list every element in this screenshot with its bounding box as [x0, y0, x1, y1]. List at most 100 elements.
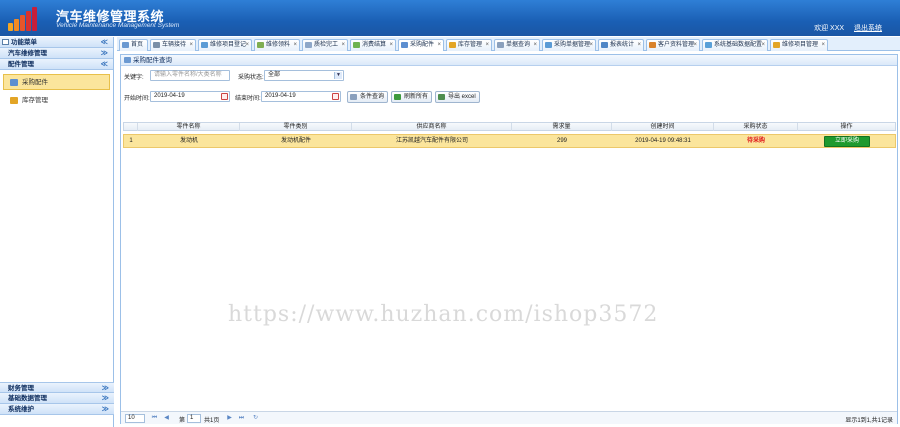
record-summary: 显示1到1,共1记录 — [845, 418, 893, 424]
tab-vehicle-reception[interactable]: 车辆接待 × — [150, 39, 196, 51]
close-icon[interactable]: × — [761, 40, 765, 51]
search-button[interactable]: 条件查询 — [347, 91, 389, 103]
close-icon[interactable]: × — [389, 40, 393, 51]
close-icon[interactable]: × — [485, 40, 489, 51]
tab-reports[interactable]: 报表统计 × — [598, 39, 644, 51]
status-label: 采购状态: — [238, 75, 264, 81]
tab-inventory[interactable]: 库存管理 × — [446, 39, 492, 51]
status-badge: 待采购 — [746, 138, 765, 144]
supplier-cell: 江苏凯越汽车配件有限公司 — [395, 138, 468, 144]
tab-repair-register[interactable]: 维修项目登记 × — [198, 39, 252, 51]
menu-icon — [2, 39, 9, 45]
end-time-input[interactable]: 2019-04-19 — [261, 91, 341, 102]
page-size-select[interactable]: 10 — [125, 414, 145, 423]
refresh-all-button[interactable]: 刷新所有 — [391, 91, 433, 103]
panel-icon — [124, 57, 131, 63]
logout-link[interactable]: 退出系统 — [854, 25, 882, 32]
user-icon — [649, 42, 656, 48]
sidebar-group-basedata[interactable]: 基础数据管理 ≫ — [0, 393, 114, 404]
filter-row-1: 关键字: 请输入零件名称/大类名称 采购状态: 全部 ▼ — [123, 70, 893, 82]
column-header[interactable]: 创建时间 — [612, 123, 714, 131]
first-page-icon[interactable]: ⏮ — [151, 414, 158, 422]
pagination-bar: 10 ⏮ ◀ 第 1 共1页 ▶ ⏭ ↻ 显示1到1,共1记录 — [121, 411, 897, 424]
tab-document-search[interactable]: 单据查询 × — [494, 39, 540, 51]
next-page-icon[interactable]: ▶ — [226, 414, 233, 422]
tab-customers[interactable]: 客户资料管理 × — [646, 39, 700, 51]
logo-icon — [8, 5, 48, 31]
table-row[interactable]: 1 发动机 发动机配件 江苏凯越汽车配件有限公司 299 2019-04-19 … — [123, 134, 896, 148]
last-page-icon[interactable]: ⏭ — [238, 414, 245, 422]
sidebar-title: 功能菜单 ≪ — [0, 37, 113, 48]
tab-settlement[interactable]: 消费结算 × — [350, 39, 396, 51]
start-time-label: 开始时间: — [124, 96, 150, 102]
sidebar-item-inventory[interactable]: 库存管理 — [3, 92, 110, 108]
column-header[interactable]: 操作 — [798, 123, 895, 131]
app-subtitle: Vehicle Maintenance Management System — [56, 22, 180, 29]
content-panel: 采购配件查询 关键字: 请输入零件名称/大类名称 采购状态: 全部 ▼ 开始时间… — [120, 54, 898, 424]
column-header[interactable]: 需求量 — [512, 123, 612, 131]
sidebar-item-purchase-parts[interactable]: 采购配件 — [3, 74, 110, 90]
user-area: 欢迎 XXX 退出系统 — [806, 23, 882, 33]
sidebar-group-parts[interactable]: 配件管理 ≪ — [0, 59, 113, 70]
keyword-input[interactable]: 请输入零件名称/大类名称 — [150, 70, 230, 81]
calendar-icon[interactable] — [332, 93, 339, 100]
expand-icon: ≫ — [100, 50, 108, 57]
tab-purchase-documents[interactable]: 采购单据管理 × — [542, 39, 596, 51]
close-icon[interactable]: × — [189, 40, 193, 51]
close-icon[interactable]: × — [589, 40, 593, 51]
refresh-icon[interactable]: ↻ — [252, 414, 259, 422]
close-icon[interactable]: × — [533, 40, 537, 51]
close-icon[interactable]: × — [821, 40, 825, 51]
column-header[interactable]: 零件名称 — [138, 123, 240, 131]
export-excel-button[interactable]: 导出 excel — [435, 91, 480, 103]
close-icon[interactable]: × — [341, 40, 345, 51]
tab-quality-check[interactable]: 质检完工 × — [302, 39, 348, 51]
expand-icon: ≫ — [101, 395, 109, 402]
tab-home[interactable]: 首页 — [119, 39, 148, 51]
column-header[interactable]: 零件类别 — [240, 123, 352, 131]
collapse-sidebar-icon[interactable]: ≪ — [101, 37, 108, 48]
watermark: https://www.huzhan.com/ishop3572 — [228, 302, 659, 327]
grid-header: 零件名称 零件类别 供应商名称 需求量 创建时间 采购状态 操作 — [123, 122, 896, 131]
tab-repair-items[interactable]: 维修项目管理 × — [770, 39, 828, 51]
sidebar-group-finance[interactable]: 财务管理 ≫ — [0, 382, 114, 393]
search-icon — [497, 42, 504, 48]
register-icon — [201, 42, 208, 48]
folder-icon — [773, 42, 780, 48]
part-category-cell: 发动机配件 — [280, 138, 311, 144]
tab-purchase-parts[interactable]: 采购配件 × — [398, 39, 444, 51]
sidebar: 功能菜单 ≪ 汽车维修管理 ≫ 配件管理 ≪ 采购配件 库存管理 财务管理 ≫ … — [0, 37, 114, 427]
close-icon[interactable]: × — [437, 40, 441, 51]
close-icon[interactable]: × — [693, 40, 697, 51]
close-icon[interactable]: × — [293, 40, 297, 51]
purchase-now-button[interactable]: 立即采购 — [824, 136, 870, 147]
tab-bar: 首页 车辆接待 × 维修项目登记 × 维修领料 × 质检完工 × 消费结算 × — [117, 37, 900, 51]
refresh-icon — [394, 94, 401, 100]
app-header: 汽车维修管理系统 Vehicle Maintenance Management … — [0, 0, 900, 36]
close-icon[interactable]: × — [637, 40, 641, 51]
chevron-down-icon: ▼ — [334, 72, 342, 79]
cart-icon — [401, 42, 408, 48]
check-icon — [305, 42, 312, 48]
row-number: 1 — [129, 138, 133, 144]
sidebar-group-system[interactable]: 系统维护 ≫ — [0, 404, 114, 415]
tab-repair-materials[interactable]: 维修领料 × — [254, 39, 300, 51]
page-number-input[interactable]: 1 — [187, 414, 201, 423]
start-time-input[interactable]: 2019-04-19 — [150, 91, 230, 102]
created-time-cell: 2019-04-19 09:48:31 — [635, 138, 691, 144]
row-number-header — [124, 123, 138, 131]
pencil-icon — [353, 42, 360, 48]
close-icon[interactable]: × — [245, 40, 249, 51]
filter-row-2: 开始时间: 2019-04-19 结束时间: 2019-04-19 条件查询 刷… — [123, 91, 893, 103]
settings-icon — [705, 42, 712, 48]
sidebar-group-repair[interactable]: 汽车维修管理 ≫ — [0, 48, 113, 59]
document-icon — [545, 42, 552, 48]
collapse-icon: ≪ — [100, 61, 108, 68]
tab-base-config[interactable]: 系统基础数据配置 × — [702, 39, 768, 51]
keyword-label: 关键字: — [124, 75, 144, 81]
column-header[interactable]: 采购状态 — [714, 123, 798, 131]
calendar-icon[interactable] — [221, 93, 228, 100]
column-header[interactable]: 供应商名称 — [352, 123, 512, 131]
prev-page-icon[interactable]: ◀ — [163, 414, 170, 422]
status-select[interactable]: 全部 ▼ — [264, 70, 344, 81]
